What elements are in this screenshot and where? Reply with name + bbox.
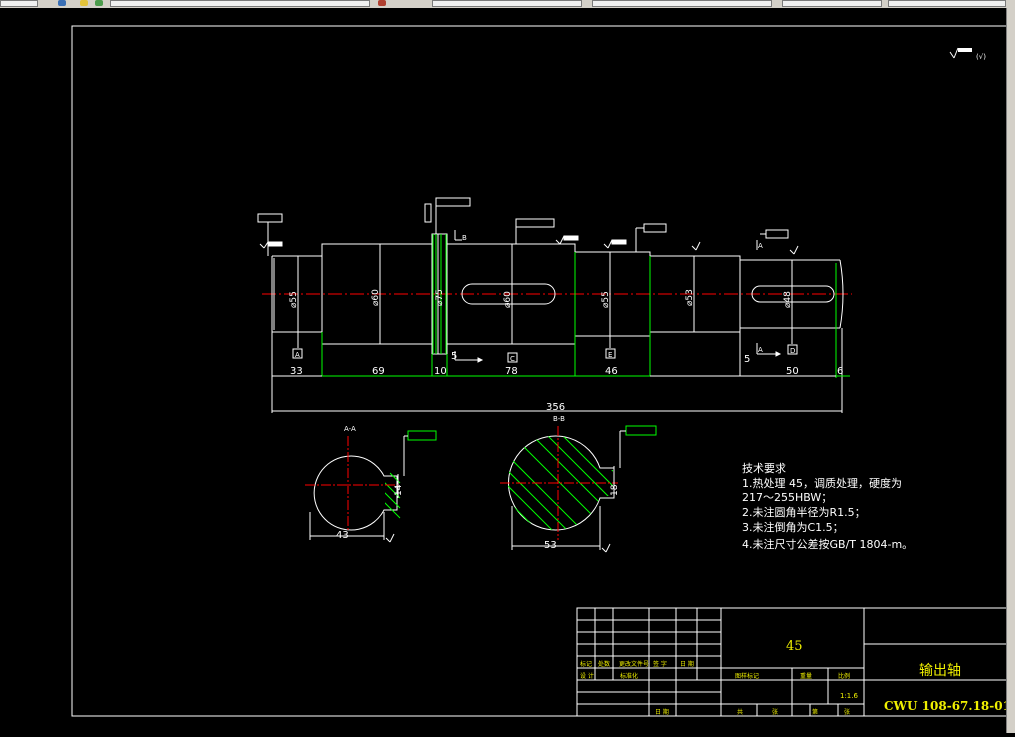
scale: 1:1.6 bbox=[840, 692, 858, 700]
tolerance-frame-5 bbox=[691, 229, 799, 255]
surface-finish-text: (√) bbox=[976, 53, 986, 61]
bulb-icon[interactable] bbox=[80, 0, 88, 6]
dim-len-33: 33 bbox=[290, 366, 303, 377]
linetype-dropdown[interactable] bbox=[592, 0, 772, 7]
sun-icon[interactable] bbox=[95, 0, 103, 6]
dim-len-78: 78 bbox=[505, 366, 518, 377]
section-bb-key: 18 bbox=[610, 484, 620, 496]
tech-line-2: 2.未注圆角半径为R1.5； bbox=[742, 505, 866, 519]
tolerance-frame-3 bbox=[515, 218, 579, 245]
sheet-label-3: 张 bbox=[844, 708, 850, 716]
drawing-svg: (√) ⌀55 ⌀60 ⌀75 ⌀60 ⌀55 ⌀53 ⌀48 33 69 10… bbox=[71, 25, 1015, 717]
dim-len-69: 69 bbox=[372, 366, 385, 377]
datum-a: A bbox=[292, 332, 303, 359]
tech-requirements: 技术要求 1.热处理 45，调质处理，硬度为 217～255HBW； 2.未注圆… bbox=[742, 462, 913, 551]
surface-finish-symbol: (√) bbox=[949, 47, 986, 61]
tolerance-frame-2 bbox=[424, 197, 471, 234]
dim-d60-key: ⌀60 bbox=[503, 291, 513, 308]
tech-line-4: 4.未注尺寸公差按GB/T 1804-m。 bbox=[742, 537, 913, 551]
material: 45 bbox=[786, 639, 803, 654]
layer-dropdown[interactable] bbox=[110, 0, 370, 7]
section-marker-a: A A bbox=[756, 240, 782, 357]
vertical-scrollbar[interactable] bbox=[1006, 8, 1015, 733]
section-marker-b: B bbox=[454, 230, 484, 363]
row-label-4: 日 期 bbox=[680, 660, 694, 668]
section-aa-key: 14 bbox=[394, 484, 404, 496]
lineweight-dropdown[interactable] bbox=[782, 0, 882, 7]
svg-text:B: B bbox=[462, 234, 467, 242]
sheet-label-1: 张 bbox=[772, 708, 778, 716]
sheet-label-0: 共 bbox=[737, 708, 743, 716]
tolerance-frame-1 bbox=[257, 213, 283, 256]
dim-len-50: 50 bbox=[786, 366, 799, 377]
row-label-1: 处数 bbox=[598, 660, 610, 668]
tech-line-3: 3.未注倒角为C1.5； bbox=[742, 520, 844, 534]
dim-d55-left: ⌀55 bbox=[289, 291, 299, 308]
stage-label-0: 图样标记 bbox=[735, 672, 759, 680]
design-value: 标准化 bbox=[620, 672, 638, 680]
section-aa-width: 43 bbox=[336, 530, 349, 541]
tolerance-frame-4 bbox=[603, 223, 667, 252]
tech-line-1b: 217～255HBW； bbox=[742, 491, 832, 504]
dim-len-46: 46 bbox=[605, 366, 618, 377]
tech-line-1: 1.热处理 45，调质处理，硬度为 bbox=[742, 476, 902, 490]
datum-d: D bbox=[787, 328, 798, 355]
color-dropdown[interactable] bbox=[432, 0, 582, 7]
section-aa-label: A-A bbox=[344, 425, 356, 433]
svg-text:A: A bbox=[295, 351, 300, 359]
svg-text:A: A bbox=[758, 242, 763, 250]
stage-label-2: 比例 bbox=[838, 672, 850, 680]
row-label-0: 标记 bbox=[580, 660, 592, 668]
sheet-label-2: 第 bbox=[812, 708, 818, 716]
toolbar-cell[interactable] bbox=[0, 0, 38, 7]
section-aa: A-A 43 14 bbox=[305, 425, 437, 543]
row-label-2: 更改文件号 bbox=[619, 660, 649, 668]
drawing-frame bbox=[71, 25, 1008, 717]
tech-title: 技术要求 bbox=[742, 462, 786, 475]
design-label: 设 计 bbox=[580, 672, 594, 680]
dim-len-6: 6 bbox=[837, 366, 843, 377]
svg-text:C: C bbox=[510, 355, 515, 363]
plotstyle-dropdown[interactable] bbox=[888, 0, 1006, 7]
dim-len-356: 356 bbox=[546, 402, 565, 413]
datum-e: E bbox=[605, 336, 616, 359]
dim-d48: ⌀48 bbox=[783, 291, 793, 308]
row-label-3: 签 字 bbox=[653, 660, 667, 668]
extension-lines bbox=[271, 328, 843, 413]
datum-c: C bbox=[507, 352, 518, 363]
dim-d55-right: ⌀55 bbox=[601, 291, 611, 308]
svg-text:E: E bbox=[608, 351, 612, 359]
layer-icon[interactable] bbox=[58, 0, 66, 6]
part-name: 输出轴 bbox=[919, 663, 961, 679]
dim-len-10: 10 bbox=[434, 366, 447, 377]
dim-d60: ⌀60 bbox=[371, 289, 381, 306]
drawing-canvas[interactable]: (√) ⌀55 ⌀60 ⌀75 ⌀60 ⌀55 ⌀53 ⌀48 33 69 10… bbox=[0, 8, 1015, 733]
stage-label-1: 重量 bbox=[800, 672, 812, 680]
drawing-number: CWU 108-67.18-016 bbox=[884, 699, 1006, 713]
dim-d75: ⌀75 bbox=[435, 289, 445, 306]
dim-d53: ⌀53 bbox=[685, 289, 695, 306]
svg-text:D: D bbox=[790, 347, 795, 355]
svg-text:A: A bbox=[758, 346, 763, 354]
layer-prev-icon[interactable] bbox=[378, 0, 386, 6]
section-bb-width: 53 bbox=[544, 540, 557, 551]
section-bb: B-B 53 18 bbox=[500, 415, 657, 553]
section-bb-label: B-B bbox=[553, 415, 565, 423]
approve-label: 日 期 bbox=[655, 708, 669, 716]
shaft-green-edges bbox=[321, 234, 837, 378]
dim-len-5b: 5 bbox=[744, 354, 750, 365]
window-corner bbox=[1006, 0, 1015, 8]
